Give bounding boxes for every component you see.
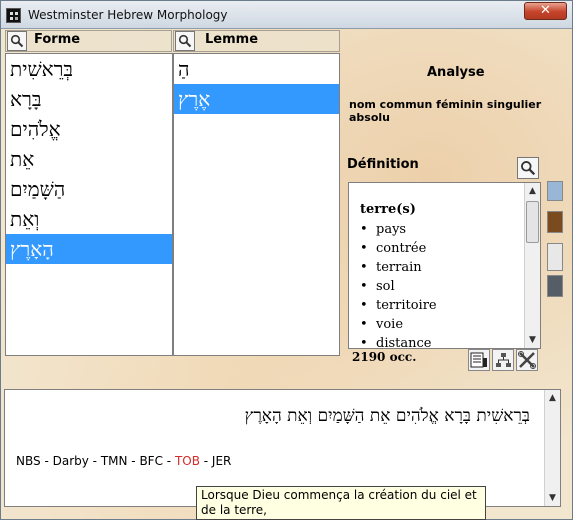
- scroll-up-icon[interactable]: ▲: [545, 390, 560, 406]
- forme-word: וְאֵת: [10, 207, 40, 231]
- scroll-down-icon[interactable]: ▼: [525, 332, 540, 348]
- version-separator: -: [199, 454, 212, 468]
- forme-word: אֱלֹהִים: [10, 117, 61, 141]
- forme-list-item[interactable]: אֵת: [6, 144, 172, 174]
- bible-thumbnail-4[interactable]: [547, 275, 563, 297]
- analyse-text: nom commun féminin singulier absolu: [349, 98, 542, 124]
- definition-search-icon[interactable]: [517, 157, 539, 179]
- forme-list-item[interactable]: בָּרָא: [6, 84, 172, 114]
- occurrence-count: 2190 occ.: [352, 350, 417, 364]
- verse-scrollbar[interactable]: ▲ ▼: [544, 390, 560, 506]
- version-link-jer[interactable]: JER: [212, 454, 231, 468]
- version-link-nbs[interactable]: NBS: [16, 454, 41, 468]
- tools-icon[interactable]: [516, 349, 538, 371]
- translation-tooltip: Lorsque Dieu commença la création du cie…: [196, 486, 486, 520]
- window-title: Westminster Hebrew Morphology: [28, 8, 228, 22]
- definition-sense: voie: [360, 315, 437, 334]
- bible-thumbnail-1[interactable]: [547, 181, 563, 201]
- forme-word: בָּרָא: [10, 87, 42, 111]
- lemme-list-item[interactable]: הַ: [174, 54, 339, 84]
- lemme-header-label: Lemme: [205, 32, 259, 47]
- lemme-list-item[interactable]: אֶרֶץ: [174, 84, 339, 114]
- version-link-darby[interactable]: Darby: [53, 454, 89, 468]
- scroll-thumb[interactable]: [526, 201, 539, 243]
- definition-title: Définition: [347, 157, 419, 172]
- forme-word: הַשָּׁמַיִם: [10, 177, 66, 201]
- definition-scrollbar[interactable]: ▲ ▼: [524, 183, 540, 348]
- lemme-list[interactable]: הַ אֶרֶץ: [173, 53, 340, 356]
- forme-list-item[interactable]: הַשָּׁמַיִם: [6, 174, 172, 204]
- forme-list-item[interactable]: וְאֵת: [6, 204, 172, 234]
- version-links: NBS - Darby - TMN - BFC - TOB - JER: [16, 454, 231, 468]
- concordance-icon[interactable]: [468, 349, 490, 371]
- verse-panel: בְּרֵאשִׁית בָּרָא אֱלֹהִים אֵת הַשָּׁמַ…: [4, 389, 561, 520]
- lemme-header: Lemme: [173, 30, 340, 52]
- definition-box: terre(s) payscontréeterrainsolterritoire…: [348, 182, 541, 349]
- definition-sense: terrain: [360, 258, 437, 277]
- definition-sense: pays: [360, 220, 437, 239]
- client-area: Forme Lemme בְּרֵאשִׁית בָּרָא אֱלֹהִים אֵת…: [1, 29, 572, 520]
- forme-word: הָאָרֶץ: [10, 237, 54, 261]
- definition-senses: payscontréeterrainsolterritoirevoiedista…: [360, 220, 437, 348]
- forme-list-item[interactable]: הָאָרֶץ: [6, 234, 172, 264]
- definition-sense: distance: [360, 334, 437, 348]
- forme-list[interactable]: בְּרֵאשִׁית בָּרָא אֱלֹהִים אֵת הַשָּׁמַיִם ו…: [5, 53, 173, 356]
- definition-sense: territoire: [360, 296, 437, 315]
- version-separator: -: [40, 454, 53, 468]
- app-window: Westminster Hebrew Morphology ✕ Forme Le…: [0, 0, 573, 520]
- scroll-up-icon[interactable]: ▲: [525, 183, 540, 199]
- hebrew-verse: בְּרֵאשִׁית בָּרָא אֱלֹהִים אֵת הַשָּׁמַ…: [244, 406, 530, 426]
- forme-word: בְּרֵאשִׁית: [10, 57, 74, 81]
- close-button[interactable]: ✕: [524, 2, 567, 20]
- lemme-search-icon[interactable]: [175, 31, 195, 51]
- analyse-title: Analyse: [427, 65, 485, 80]
- forme-list-item[interactable]: בְּרֵאשִׁית: [6, 54, 172, 84]
- definition-sense: sol: [360, 277, 437, 296]
- forme-header: Forme: [5, 30, 172, 52]
- forme-search-icon[interactable]: [7, 31, 27, 51]
- lemme-word: אֶרֶץ: [178, 87, 211, 111]
- version-link-tmn[interactable]: TMN: [101, 454, 128, 468]
- version-link-bfc[interactable]: BFC: [139, 454, 163, 468]
- title-bar[interactable]: Westminster Hebrew Morphology ✕: [1, 1, 572, 29]
- bible-thumbnail-2[interactable]: [547, 211, 563, 233]
- definition-headword: terre(s): [360, 202, 416, 217]
- forme-list-item[interactable]: אֱלֹהִים: [6, 114, 172, 144]
- definition-sense: contrée: [360, 239, 437, 258]
- tree-icon[interactable]: [492, 349, 514, 371]
- forme-header-label: Forme: [34, 32, 81, 47]
- forme-word: אֵת: [10, 147, 35, 171]
- version-separator: -: [127, 454, 140, 468]
- scroll-down-icon[interactable]: ▼: [545, 490, 560, 506]
- version-separator: -: [162, 454, 175, 468]
- version-link-tob[interactable]: TOB: [175, 454, 200, 468]
- app-icon: [6, 8, 21, 23]
- bible-thumbnail-3[interactable]: [547, 243, 563, 271]
- version-separator: -: [88, 454, 101, 468]
- lemme-word: הַ: [178, 57, 190, 81]
